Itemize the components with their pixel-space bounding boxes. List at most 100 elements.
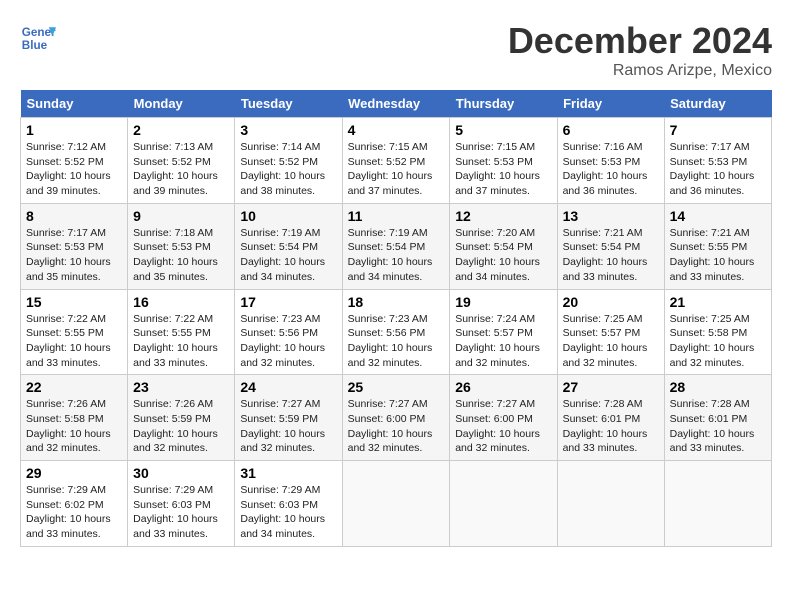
day-info: Sunrise: 7:14 AM Sunset: 5:52 PM Dayligh…: [240, 140, 336, 199]
day-number: 5: [455, 122, 551, 138]
calendar-day-cell: 21Sunrise: 7:25 AM Sunset: 5:58 PM Dayli…: [664, 289, 771, 375]
day-info: Sunrise: 7:22 AM Sunset: 5:55 PM Dayligh…: [26, 312, 122, 371]
calendar-day-cell: 12 Sunrise: 7:20 AM Sunset: 5:54 PM Dayli…: [450, 203, 557, 289]
calendar-week-row: 22 Sunrise: 7:26 AM Sunset: 5:58 PM Dayli…: [21, 375, 772, 461]
day-number: 25: [348, 379, 445, 395]
title-block: December 2024 Ramos Arizpe, Mexico: [508, 20, 772, 80]
calendar-header-row: SundayMondayTuesdayWednesdayThursdayFrid…: [21, 90, 772, 118]
day-number: 10: [240, 208, 336, 224]
day-number: 15: [26, 294, 122, 310]
day-number: 4: [348, 122, 445, 138]
day-number: 21: [670, 294, 766, 310]
calendar-table: SundayMondayTuesdayWednesdayThursdayFrid…: [20, 90, 772, 547]
calendar-day-header: Saturday: [664, 90, 771, 118]
day-number: 18: [348, 294, 445, 310]
calendar-day-cell: 22 Sunrise: 7:26 AM Sunset: 5:58 PM Dayli…: [21, 375, 128, 461]
calendar-day-cell: 29 Sunrise: 7:29 AM Sunset: 6:02 PM Dayli…: [21, 461, 128, 547]
calendar-day-header: Wednesday: [342, 90, 450, 118]
day-info: Sunrise: 7:18 AM Sunset: 5:53 PM Dayligh…: [133, 226, 229, 285]
day-number: 6: [563, 122, 659, 138]
calendar-day-cell: 11Sunrise: 7:19 AM Sunset: 5:54 PM Dayli…: [342, 203, 450, 289]
calendar-day-cell: 8 Sunrise: 7:17 AM Sunset: 5:53 PM Daylig…: [21, 203, 128, 289]
calendar-day-cell: 15 Sunrise: 7:22 AM Sunset: 5:55 PM Dayli…: [21, 289, 128, 375]
calendar-day-cell: 23Sunrise: 7:26 AM Sunset: 5:59 PM Dayli…: [128, 375, 235, 461]
day-number: 24: [240, 379, 336, 395]
calendar-day-cell: 6 Sunrise: 7:16 AM Sunset: 5:53 PM Daylig…: [557, 118, 664, 204]
day-info: Sunrise: 7:29 AM Sunset: 6:02 PM Dayligh…: [26, 483, 122, 542]
calendar-day-cell: 20 Sunrise: 7:25 AM Sunset: 5:57 PM Dayli…: [557, 289, 664, 375]
calendar-day-cell: 31 Sunrise: 7:29 AM Sunset: 6:03 PM Dayli…: [235, 461, 342, 547]
day-info: Sunrise: 7:23 AM Sunset: 5:56 PM Dayligh…: [348, 312, 445, 371]
day-number: 3: [240, 122, 336, 138]
day-number: 16: [133, 294, 229, 310]
calendar-day-cell: 28 Sunrise: 7:28 AM Sunset: 6:01 PM Dayli…: [664, 375, 771, 461]
calendar-week-row: 1 Sunrise: 7:12 AM Sunset: 5:52 PM Daylig…: [21, 118, 772, 204]
calendar-day-cell: 9 Sunrise: 7:18 AM Sunset: 5:53 PM Daylig…: [128, 203, 235, 289]
day-info: Sunrise: 7:29 AM Sunset: 6:03 PM Dayligh…: [133, 483, 229, 542]
day-info: Sunrise: 7:16 AM Sunset: 5:53 PM Dayligh…: [563, 140, 659, 199]
day-number: 23: [133, 379, 229, 395]
day-number: 22: [26, 379, 122, 395]
location: Ramos Arizpe, Mexico: [508, 62, 772, 80]
day-info: Sunrise: 7:27 AM Sunset: 5:59 PM Dayligh…: [240, 397, 336, 456]
day-number: 12: [455, 208, 551, 224]
day-number: 28: [670, 379, 766, 395]
day-number: 1: [26, 122, 122, 138]
day-number: 2: [133, 122, 229, 138]
calendar-day-header: Tuesday: [235, 90, 342, 118]
day-info: Sunrise: 7:27 AM Sunset: 6:00 PM Dayligh…: [455, 397, 551, 456]
day-number: 31: [240, 465, 336, 481]
day-info: Sunrise: 7:15 AM Sunset: 5:53 PM Dayligh…: [455, 140, 551, 199]
calendar-body: 1 Sunrise: 7:12 AM Sunset: 5:52 PM Daylig…: [21, 118, 772, 547]
calendar-day-cell: 1 Sunrise: 7:12 AM Sunset: 5:52 PM Daylig…: [21, 118, 128, 204]
calendar-day-cell: [557, 461, 664, 547]
calendar-day-cell: 5 Sunrise: 7:15 AM Sunset: 5:53 PM Daylig…: [450, 118, 557, 204]
calendar-day-cell: 19Sunrise: 7:24 AM Sunset: 5:57 PM Dayli…: [450, 289, 557, 375]
day-info: Sunrise: 7:17 AM Sunset: 5:53 PM Dayligh…: [26, 226, 122, 285]
day-info: Sunrise: 7:26 AM Sunset: 5:58 PM Dayligh…: [26, 397, 122, 456]
calendar-day-cell: 17 Sunrise: 7:23 AM Sunset: 5:56 PM Dayli…: [235, 289, 342, 375]
day-info: Sunrise: 7:20 AM Sunset: 5:54 PM Dayligh…: [455, 226, 551, 285]
calendar-day-cell: 3 Sunrise: 7:14 AM Sunset: 5:52 PM Daylig…: [235, 118, 342, 204]
day-info: Sunrise: 7:25 AM Sunset: 5:57 PM Dayligh…: [563, 312, 659, 371]
svg-text:Blue: Blue: [22, 39, 48, 52]
day-number: 29: [26, 465, 122, 481]
calendar-day-header: Friday: [557, 90, 664, 118]
day-number: 30: [133, 465, 229, 481]
calendar-week-row: 29 Sunrise: 7:29 AM Sunset: 6:02 PM Dayli…: [21, 461, 772, 547]
calendar-day-cell: 2 Sunrise: 7:13 AM Sunset: 5:52 PM Daylig…: [128, 118, 235, 204]
day-number: 20: [563, 294, 659, 310]
day-number: 19: [455, 294, 551, 310]
day-number: 11: [348, 208, 445, 224]
day-info: Sunrise: 7:28 AM Sunset: 6:01 PM Dayligh…: [670, 397, 766, 456]
day-number: 26: [455, 379, 551, 395]
day-info: Sunrise: 7:13 AM Sunset: 5:52 PM Dayligh…: [133, 140, 229, 199]
calendar-day-cell: [450, 461, 557, 547]
page-header: General Blue December 2024 Ramos Arizpe,…: [20, 20, 772, 80]
day-info: Sunrise: 7:28 AM Sunset: 6:01 PM Dayligh…: [563, 397, 659, 456]
day-number: 14: [670, 208, 766, 224]
calendar-day-cell: 16 Sunrise: 7:22 AM Sunset: 5:55 PM Dayli…: [128, 289, 235, 375]
day-number: 9: [133, 208, 229, 224]
calendar-week-row: 15 Sunrise: 7:22 AM Sunset: 5:55 PM Dayli…: [21, 289, 772, 375]
day-info: Sunrise: 7:27 AM Sunset: 6:00 PM Dayligh…: [348, 397, 445, 456]
day-number: 17: [240, 294, 336, 310]
day-info: Sunrise: 7:17 AM Sunset: 5:53 PM Dayligh…: [670, 140, 766, 199]
calendar-week-row: 8 Sunrise: 7:17 AM Sunset: 5:53 PM Daylig…: [21, 203, 772, 289]
month-title: December 2024: [508, 20, 772, 62]
calendar-day-header: Sunday: [21, 90, 128, 118]
day-info: Sunrise: 7:21 AM Sunset: 5:55 PM Dayligh…: [670, 226, 766, 285]
day-info: Sunrise: 7:21 AM Sunset: 5:54 PM Dayligh…: [563, 226, 659, 285]
day-info: Sunrise: 7:29 AM Sunset: 6:03 PM Dayligh…: [240, 483, 336, 542]
calendar-day-cell: 25 Sunrise: 7:27 AM Sunset: 6:00 PM Dayli…: [342, 375, 450, 461]
logo: General Blue: [20, 20, 56, 56]
calendar-day-cell: [342, 461, 450, 547]
day-info: Sunrise: 7:23 AM Sunset: 5:56 PM Dayligh…: [240, 312, 336, 371]
day-info: Sunrise: 7:12 AM Sunset: 5:52 PM Dayligh…: [26, 140, 122, 199]
calendar-day-header: Thursday: [450, 90, 557, 118]
calendar-day-cell: 26 Sunrise: 7:27 AM Sunset: 6:00 PM Dayli…: [450, 375, 557, 461]
calendar-day-cell: [664, 461, 771, 547]
day-info: Sunrise: 7:22 AM Sunset: 5:55 PM Dayligh…: [133, 312, 229, 371]
day-number: 8: [26, 208, 122, 224]
calendar-day-header: Monday: [128, 90, 235, 118]
